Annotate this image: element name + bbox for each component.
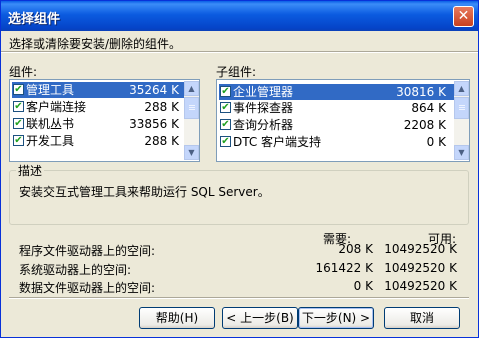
subcomponents-listbox[interactable]: ✔ 企业管理器 30816 K ✔ 事件探查器 864 K ✔ 查询分析器 22… (216, 79, 470, 162)
checkbox[interactable]: ✔ (220, 136, 231, 147)
component-size: 33856 K (129, 117, 179, 131)
list-item[interactable]: ✔ 管理工具 35264 K (12, 82, 184, 98)
scroll-up-button[interactable]: ▲ (454, 81, 469, 96)
checkbox[interactable]: ✔ (220, 119, 231, 130)
description-text: 安装交互式管理工具来帮助运行 SQL Server。 (19, 185, 270, 199)
checkbox[interactable]: ✔ (13, 118, 24, 129)
header-divider (1, 51, 478, 53)
component-name: 客户端连接 (26, 100, 87, 114)
component-name: 联机丛书 (26, 117, 75, 131)
system-drive-required: 161422 K (315, 261, 374, 275)
list-item[interactable]: ✔ 联机丛书 33856 K (12, 116, 184, 132)
check-icon: ✔ (221, 86, 230, 97)
chevron-down-icon: ▼ (458, 148, 465, 157)
subcomponent-size: 2208 K (403, 118, 446, 132)
component-name: 管理工具 (26, 83, 75, 97)
close-button[interactable]: ✕ (453, 6, 474, 27)
chevron-up-icon: ▲ (458, 84, 465, 93)
subcomponent-name: 企业管理器 (233, 85, 294, 99)
list-item[interactable]: ✔ 查询分析器 2208 K (219, 117, 454, 133)
system-drive-label: 系统驱动器上的空间: (19, 263, 132, 277)
subcomponent-name: 事件探查器 (233, 101, 294, 115)
checkbox[interactable]: ✔ (220, 102, 231, 113)
scroll-thumb[interactable] (184, 97, 199, 119)
subcomponents-label: 子组件: (216, 65, 257, 79)
program-drive-label: 程序文件驱动器上的空间: (19, 244, 156, 258)
checkbox[interactable]: ✔ (220, 86, 231, 97)
components-label: 组件: (9, 65, 38, 79)
check-icon: ✔ (14, 84, 23, 95)
chevron-up-icon: ▲ (188, 84, 195, 93)
subcomponent-size: 30816 K (396, 85, 446, 99)
component-size: 288 K (144, 100, 179, 114)
components-scrollbar[interactable]: ▲ ▼ (184, 81, 199, 160)
check-icon: ✔ (221, 136, 230, 147)
instruction-text: 选择或清除要安装/删除的组件。 (9, 37, 182, 51)
components-listbox[interactable]: ✔ 管理工具 35264 K ✔ 客户端连接 288 K ✔ 联机丛书 3385… (9, 79, 200, 162)
check-icon: ✔ (221, 119, 230, 130)
check-icon: ✔ (14, 135, 23, 146)
window-title: 选择组件 (8, 12, 61, 27)
list-item[interactable]: ✔ 企业管理器 30816 K (219, 84, 454, 100)
dialog-window: 选择组件 ✕ 选择或清除要安装/删除的组件。 组件: ✔ 管理工具 35264 … (0, 0, 479, 338)
program-drive-available: 10492520 K (384, 242, 457, 256)
checkbox[interactable]: ✔ (13, 135, 24, 146)
component-name: 开发工具 (26, 134, 75, 148)
program-drive-required: 208 K (338, 242, 373, 256)
subcomponents-scrollbar[interactable]: ▲ ▼ (454, 81, 469, 160)
footer-divider (9, 297, 469, 299)
title-bar[interactable]: 选择组件 ✕ (1, 1, 478, 31)
list-item[interactable]: ✔ 开发工具 288 K (12, 133, 184, 149)
component-size: 288 K (144, 134, 179, 148)
subcomponent-size: 0 K (426, 135, 446, 149)
back-button[interactable]: < 上一步(B) (222, 307, 298, 329)
subcomponent-name: DTC 客户端支持 (233, 135, 322, 149)
check-icon: ✔ (14, 101, 23, 112)
data-drive-available: 10492520 K (384, 279, 457, 293)
checkbox[interactable]: ✔ (13, 84, 24, 95)
list-item[interactable]: ✔ DTC 客户端支持 0 K (219, 134, 454, 150)
scroll-down-button[interactable]: ▼ (454, 145, 469, 160)
scroll-thumb[interactable] (454, 97, 469, 119)
component-size: 35264 K (129, 83, 179, 97)
list-item[interactable]: ✔ 事件探查器 864 K (219, 100, 454, 116)
next-button[interactable]: 下一步(N) > (298, 307, 374, 329)
subcomponent-size: 864 K (411, 101, 446, 115)
data-drive-required: 0 K (353, 279, 373, 293)
checkbox[interactable]: ✔ (13, 101, 24, 112)
system-drive-available: 10492520 K (384, 261, 457, 275)
check-icon: ✔ (221, 102, 230, 113)
data-drive-label: 数据文件驱动器上的空间: (19, 281, 156, 295)
check-icon: ✔ (14, 118, 23, 129)
close-icon: ✕ (457, 8, 470, 24)
description-title: 描述 (16, 162, 45, 179)
scroll-down-button[interactable]: ▼ (184, 145, 199, 160)
subcomponent-name: 查询分析器 (233, 118, 294, 132)
list-item[interactable]: ✔ 客户端连接 288 K (12, 99, 184, 115)
scroll-up-button[interactable]: ▲ (184, 81, 199, 96)
chevron-down-icon: ▼ (188, 148, 195, 157)
cancel-button[interactable]: 取消 (384, 307, 460, 329)
help-button[interactable]: 帮助(H) (139, 307, 215, 329)
